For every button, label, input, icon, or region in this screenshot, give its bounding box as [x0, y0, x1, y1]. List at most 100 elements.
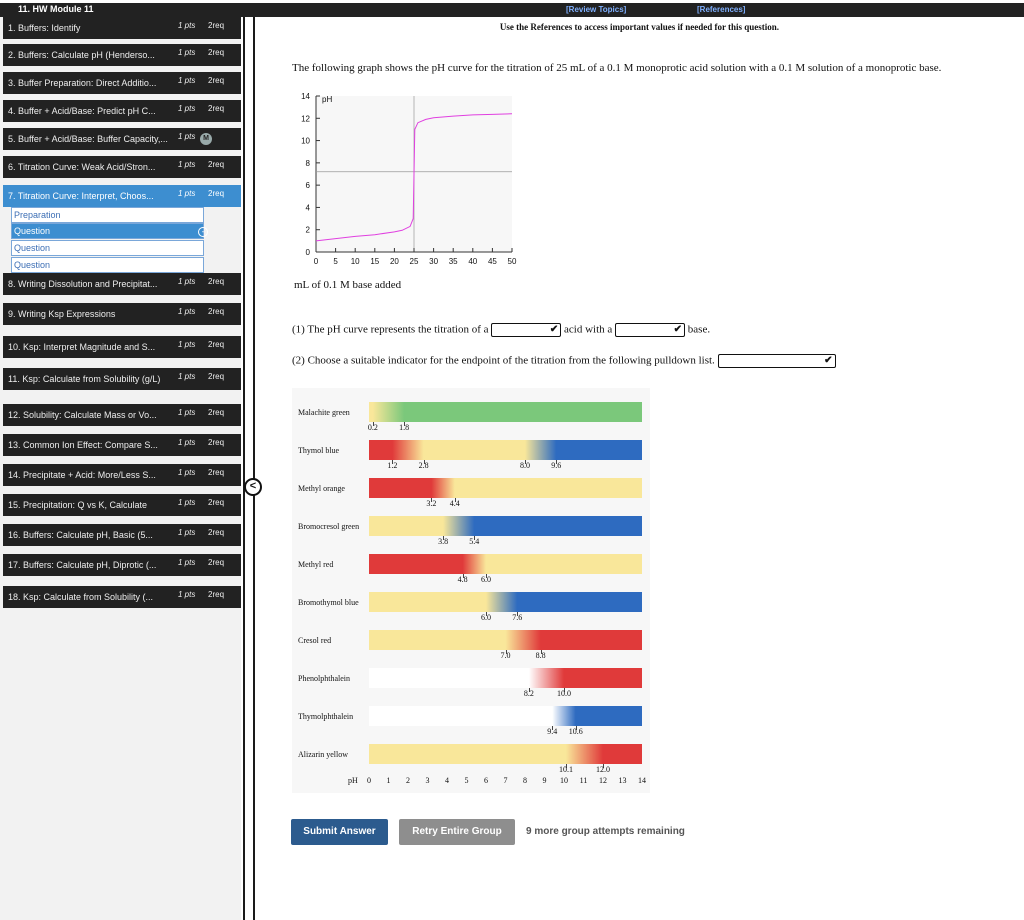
x-tick-label: 45 — [488, 257, 497, 266]
indicator-name: Cresol red — [298, 636, 332, 645]
indicator-color-bar — [369, 630, 642, 650]
indicator-range-label: 10.0 — [557, 689, 571, 698]
sidebar-item-points: 1 pts — [178, 189, 196, 198]
chevron-down-icon: ✔ — [824, 355, 833, 366]
graph-x-axis-label: mL of 0.1 M base added — [294, 279, 402, 291]
sidebar-item[interactable]: 10. Ksp: Interpret Magnitude and S... 1 p… — [3, 336, 241, 358]
indicator-range-label: 4.8 — [457, 575, 468, 584]
q1-suffix: base. — [687, 323, 711, 336]
sidebar-item-requirement: 2req — [208, 340, 225, 349]
sidebar-item[interactable]: 17. Buffers: Calculate pH, Diprotic (...… — [3, 554, 241, 576]
sidebar-item-requirement: 2req — [208, 408, 225, 417]
y-tick-label: 0 — [306, 248, 311, 257]
base-strength-select[interactable]: ✔ — [615, 323, 686, 337]
indicator-range-label: 3.2 — [426, 499, 437, 508]
ph-curve-graph: 0 2 4 6 8 10 12 14 0 5 10 15 20 25 30 35 40 45 50 pH — [301, 92, 517, 266]
indicator-range-label: 6.0 — [481, 575, 491, 584]
sidebar-item-requirement: 2req — [208, 277, 225, 286]
sidebar-subitem-question[interactable]: Question — [11, 257, 204, 273]
ph-scale-tick-label: 4 — [445, 776, 449, 785]
sidebar-item-label: 6. Titration Curve: Weak Acid/Stron... — [8, 162, 156, 172]
ph-scale-tick-label: 3 — [425, 776, 430, 785]
indicator-select[interactable]: ✔ — [717, 354, 836, 368]
sidebar-item[interactable]: 13. Common Ion Effect: Compare S... 1 pts… — [3, 434, 241, 456]
indicator-range-label: 1.8 — [399, 423, 410, 432]
sidebar-item-points: 1 pts — [178, 132, 196, 141]
sidebar-item-requirement: 2req — [208, 76, 225, 85]
sidebar-item-points: 1 pts — [178, 48, 196, 57]
ph-scale-tick-label: 14 — [638, 776, 646, 785]
indicator-range-label: 6.0 — [481, 613, 491, 622]
sidebar-subitem-preparation[interactable]: Preparation — [11, 207, 204, 223]
y-tick-label: 6 — [306, 181, 311, 190]
x-tick-label: 0 — [314, 257, 319, 266]
sidebar-item[interactable]: 16. Buffers: Calculate pH, Basic (5... 1 … — [3, 524, 241, 546]
attempts-remaining: 9 more group attempts remaining — [526, 826, 685, 837]
sidebar-item-label: 10. Ksp: Interpret Magnitude and S... — [8, 342, 156, 352]
sidebar-item-requirement: 2req — [208, 468, 225, 477]
sidebar-item[interactable]: 9. Writing Ksp Expressions 1 pts 2req — [3, 303, 241, 325]
sidebar-item-label: 1. Buffers: Identify — [8, 23, 81, 33]
sidebar-item[interactable]: 7. Titration Curve: Interpret, Choos... 1… — [3, 185, 241, 207]
sidebar-item-label: 12. Solubility: Calculate Mass or Vo... — [8, 410, 157, 420]
sidebar-item-label: 4. Buffer + Acid/Base: Predict pH C... — [8, 106, 156, 116]
sidebar-item[interactable]: 4. Buffer + Acid/Base: Predict pH C... 1 … — [3, 100, 241, 122]
sidebar-item-label: 15. Precipitation: Q vs K, Calculate — [8, 500, 148, 510]
submit-answer-button[interactable]: Submit Answer — [291, 819, 388, 845]
sidebar-item-label: 11. Ksp: Calculate from Solubility (g/L) — [8, 374, 161, 384]
indicator-name: Alizarin yellow — [298, 750, 348, 759]
indicator-range-label: 7.0 — [500, 651, 511, 660]
indicator-color-bar — [369, 478, 642, 498]
sidebar-item-points: 1 pts — [178, 528, 196, 537]
x-tick-label: 15 — [370, 257, 379, 266]
sidebar-item[interactable]: 18. Ksp: Calculate from Solubility (... 1… — [3, 586, 241, 608]
indicator-range-label: 8.8 — [535, 651, 546, 660]
sidebar-item-label: 13. Common Ion Effect: Compare S... — [8, 440, 158, 450]
question-text: The following graph shows the pH curve f… — [292, 62, 942, 74]
sidebar-item-points: 1 pts — [178, 76, 196, 85]
retry-group-button[interactable]: Retry Entire Group — [399, 819, 515, 845]
sidebar-item-requirement: 2req — [208, 21, 225, 30]
collapse-icon[interactable]: - — [198, 227, 208, 237]
indicator-color-bar — [369, 668, 642, 688]
acid-strength-select[interactable]: ✔ — [491, 323, 562, 337]
sidebar-item[interactable]: 14. Precipitate + Acid: More/Less S... 1 … — [3, 464, 241, 486]
ph-scale-label: pH — [348, 776, 358, 785]
chevron-down-icon: ✔ — [673, 324, 683, 335]
sidebar-item[interactable]: 5. Buffer + Acid/Base: Buffer Capacity,.… — [3, 128, 241, 150]
x-tick-label: 10 — [351, 257, 360, 266]
sidebar-item-label: 7. Titration Curve: Interpret, Choos... — [8, 191, 154, 201]
indicator-name: Thymolphthalein — [298, 712, 354, 721]
sidebar-item-points: 1 pts — [178, 307, 196, 316]
sidebar-item-points: 1 pts — [178, 104, 196, 113]
indicator-range-label: 10.6 — [568, 727, 583, 736]
sidebar-item[interactable]: 6. Titration Curve: Weak Acid/Stron... 1 … — [3, 156, 241, 178]
sidebar-subitem-question[interactable]: Question - — [11, 223, 208, 239]
sidebar-item[interactable]: 1. Buffers: Identify 1 pts 2req — [3, 17, 241, 39]
sidebar-item-points: 1 pts — [178, 438, 196, 447]
sidebar-item-requirement: 2req — [208, 498, 225, 507]
ph-scale-tick-label: 5 — [464, 776, 469, 785]
sidebar-item[interactable]: 15. Precipitation: Q vs K, Calculate 1 pt… — [3, 494, 241, 516]
sidebar-item-label: 2. Buffers: Calculate pH (Henderso... — [8, 50, 155, 60]
indicator-range-label: 10.1 — [558, 765, 573, 774]
sidebar-item[interactable]: 11. Ksp: Calculate from Solubility (g/L)… — [3, 368, 241, 390]
collapse-sidebar-icon[interactable]: < — [244, 478, 262, 496]
indicator-chart: Malachite green 0.2 1.8 Thymol blue 1.2 2.8 8.… — [292, 388, 650, 793]
references-link[interactable]: [References] — [697, 5, 745, 14]
sidebar-item[interactable]: 8. Writing Dissolution and Precipitat...… — [3, 273, 241, 295]
sidebar-item-points: 1 pts — [178, 340, 196, 349]
question-2: (2) Choose a suitable indicator for the … — [292, 354, 836, 368]
ph-scale-tick-label: 7 — [503, 776, 508, 785]
review-topics-link[interactable]: [Review Topics] — [566, 5, 626, 14]
sidebar-item[interactable]: 2. Buffers: Calculate pH (Henderso... 1 p… — [3, 44, 241, 66]
sidebar-subitem-question[interactable]: Question — [11, 240, 204, 256]
ph-scale-tick-label: 8 — [523, 776, 527, 785]
sidebar-divider — [243, 17, 245, 920]
ph-scale-tick-label: 2 — [406, 776, 410, 785]
sidebar-item[interactable]: 3. Buffer Preparation: Direct Additio...… — [3, 72, 241, 94]
sidebar-item[interactable]: 12. Solubility: Calculate Mass or Vo... 1… — [3, 404, 241, 426]
sidebar-item-requirement: 2req — [208, 160, 225, 169]
indicator-color-bar — [369, 744, 642, 764]
sidebar-item-points: 1 pts — [178, 277, 196, 286]
